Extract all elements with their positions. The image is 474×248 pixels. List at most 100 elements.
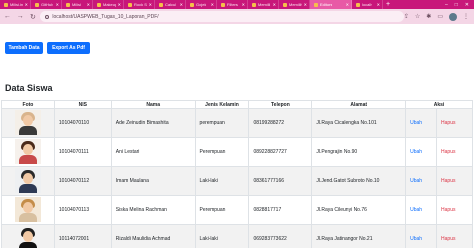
extensions-icon[interactable]: ✱ xyxy=(426,13,431,20)
reload-icon[interactable]: ↻ xyxy=(28,11,39,22)
jenis-kelamin-cell: Perempuan xyxy=(194,195,250,225)
export-pdf-button[interactable]: Export As Pdf xyxy=(47,42,90,54)
tab-close-icon[interactable]: ✕ xyxy=(25,2,28,7)
telepon-cell: 069283773622 xyxy=(248,224,313,248)
add-data-button[interactable]: Tambah Data xyxy=(5,42,43,54)
tab-favicon-icon xyxy=(128,2,132,7)
browser-tab[interactable]: Makeup✕ xyxy=(93,0,124,9)
edit-link[interactable]: Ubah xyxy=(410,178,422,184)
tab-close-icon[interactable]: ✕ xyxy=(118,2,121,7)
delete-link[interactable]: Hapus xyxy=(441,178,455,184)
tab-label: localh xyxy=(362,2,373,7)
browser-tab[interactable]: Rock St ✕ xyxy=(124,0,155,9)
tab-favicon-icon xyxy=(97,2,101,7)
student-photo-cell xyxy=(1,224,55,248)
edit-link[interactable]: Ubah xyxy=(410,236,422,242)
address-bar[interactable]: localhost/UASPWEB_Tugas_10_Laporan_PDF/ xyxy=(40,11,404,22)
delete-link[interactable]: Hapus xyxy=(441,120,455,126)
student-photo-cell xyxy=(1,166,55,196)
tab-close-icon[interactable]: ✕ xyxy=(304,2,307,7)
back-icon[interactable]: ← xyxy=(2,11,13,22)
student-photo xyxy=(14,109,41,135)
browser-tab[interactable]: Gojek ✕ xyxy=(186,0,217,9)
browser-tab[interactable]: Memilih ✕ xyxy=(279,0,310,9)
window-controls: – □ ✕ xyxy=(445,2,474,8)
student-photo xyxy=(14,225,41,248)
header-aksi: Aksi xyxy=(405,100,473,109)
menu-dots-icon[interactable]: ⋮ xyxy=(463,13,469,20)
tab-favicon-icon xyxy=(4,2,8,7)
bookmark-star-icon[interactable]: ☆ xyxy=(415,13,420,20)
profile-avatar[interactable] xyxy=(449,12,457,21)
telepon-cell: 089228827727 xyxy=(248,137,313,167)
edit-link[interactable]: Ubah xyxy=(410,207,422,213)
tab-label: Rock St xyxy=(134,2,147,7)
student-photo xyxy=(14,196,41,222)
header-telepon: Telepon xyxy=(248,100,313,109)
tab-label: Gojek xyxy=(196,2,207,7)
site-info-icon[interactable] xyxy=(45,14,50,19)
delete-link[interactable]: Hapus xyxy=(441,207,455,213)
student-photo xyxy=(14,138,41,164)
forward-icon[interactable]: → xyxy=(15,11,26,22)
delete-cell: Hapus xyxy=(436,195,473,225)
tab-label: Calcul xyxy=(165,2,177,7)
tab-close-icon[interactable]: ✕ xyxy=(87,2,90,7)
tab-favicon-icon xyxy=(314,2,318,7)
toolbar-actions: ⇪ ☆ ✱ ▭ ⋮ xyxy=(404,12,474,21)
share-icon[interactable]: ⇪ xyxy=(404,13,409,20)
tab-close-icon[interactable]: ✕ xyxy=(242,2,245,7)
delete-link[interactable]: Hapus xyxy=(441,236,455,242)
tab-label: Memilli xyxy=(258,2,271,7)
tab-close-icon[interactable]: ✕ xyxy=(56,2,59,7)
tab-label: Editors xyxy=(320,2,333,7)
tab-favicon-icon xyxy=(190,2,194,7)
browser-tab-strip: Milisi.in✕GitHub✕Milisi✕Makeup✕Rock St✕C… xyxy=(0,0,474,9)
tab-close-icon[interactable]: ✕ xyxy=(149,2,152,7)
tab-favicon-icon xyxy=(221,2,225,7)
table-row: 10104070111 Ani Lestari Perempuan 089228827… xyxy=(1,137,473,167)
header-nama: Nama xyxy=(110,100,196,109)
jenis-kelamin-cell: Laki-laki xyxy=(194,224,250,248)
edit-cell: Ubah xyxy=(405,166,438,196)
student-photo-cell xyxy=(1,195,55,225)
tab-close-icon[interactable]: ✕ xyxy=(211,2,214,7)
browser-tab[interactable]: Milisi.in ✕ xyxy=(0,0,31,9)
nis-cell: 10104070110 xyxy=(53,108,112,138)
edit-link[interactable]: Ubah xyxy=(410,149,422,155)
delete-cell: Hapus xyxy=(436,224,473,248)
browser-tab[interactable]: Memilli ✕ xyxy=(248,0,279,9)
nama-cell: Siska Melina Rachman xyxy=(110,195,196,225)
browser-tab[interactable]: Editors ✕ xyxy=(310,0,352,9)
nis-cell: 10104070111 xyxy=(53,137,112,167)
tab-close-icon[interactable]: ✕ xyxy=(180,2,183,7)
delete-link[interactable]: Hapus xyxy=(441,149,455,155)
alamat-cell: Jl.Jend.Gatot Subroto No.10 xyxy=(311,166,407,196)
edit-cell: Ubah xyxy=(405,137,438,167)
edit-link[interactable]: Ubah xyxy=(410,120,422,126)
browser-tab[interactable]: Calcul ✕ xyxy=(155,0,186,9)
tab-close-icon[interactable]: ✕ xyxy=(377,2,380,7)
student-table: Foto NIS Nama Jenis Kelamin Telepon Alam… xyxy=(1,100,473,248)
nis-cell: 10104070112 xyxy=(53,166,112,196)
tab-favicon-icon xyxy=(159,2,163,7)
browser-tab[interactable]: Milisi ✕ xyxy=(62,0,93,9)
table-row: 10104070110 Ade Zeinudin Bimashita perempu… xyxy=(1,108,473,138)
header-alamat: Alamat xyxy=(311,100,407,109)
browser-tab[interactable]: GitHub ✕ xyxy=(31,0,62,9)
browser-tab[interactable]: Filters ✕ xyxy=(217,0,248,9)
tab-close-icon[interactable]: ✕ xyxy=(273,2,276,7)
table-row: 10114072001 Rizaldi Maulidia Achmad Laki-l… xyxy=(1,224,473,248)
close-window-icon[interactable]: ✕ xyxy=(465,2,469,8)
minimize-icon[interactable]: – xyxy=(445,2,448,8)
tab-favicon-icon xyxy=(66,2,70,7)
browser-tab[interactable]: localh ✕ xyxy=(352,0,383,9)
nama-cell: Imam Maulana xyxy=(110,166,196,196)
new-tab-button[interactable]: + xyxy=(386,0,390,9)
sidebar-icon[interactable]: ▭ xyxy=(437,13,443,20)
table-row: 10104070113 Siska Melina Rachman Perempuan… xyxy=(1,195,473,225)
maximize-icon[interactable]: □ xyxy=(455,2,458,8)
edit-cell: Ubah xyxy=(405,224,438,248)
tab-close-icon[interactable]: ✕ xyxy=(346,2,349,7)
tab-label: GitHub xyxy=(41,2,54,7)
